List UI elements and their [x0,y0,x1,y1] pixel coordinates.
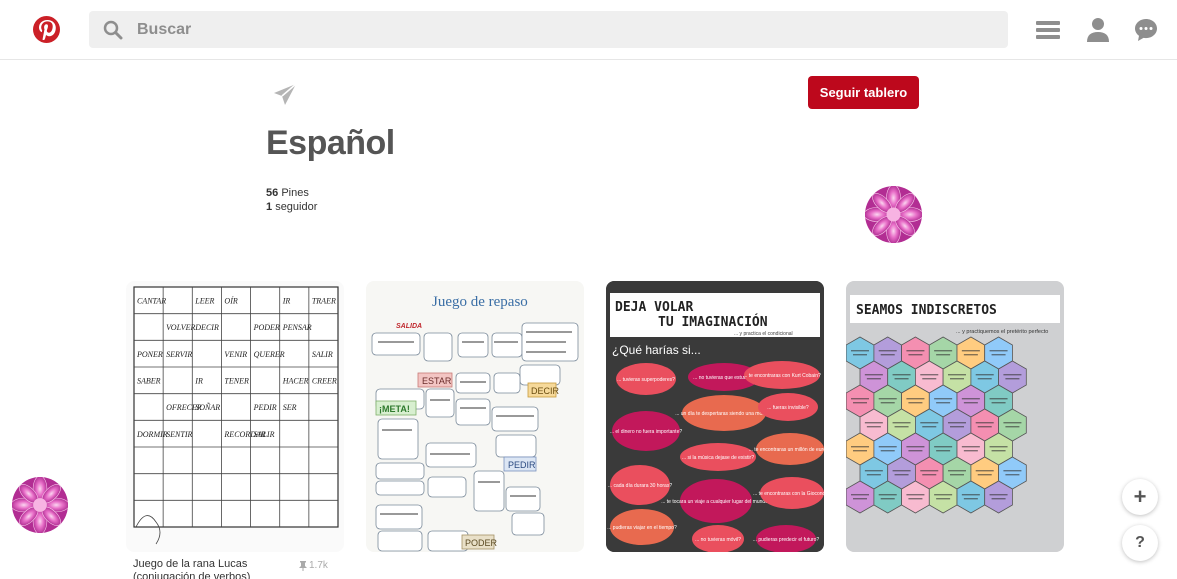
bubble-text: ... un día te despertaras siendo una mos… [675,411,773,417]
grid-verb: PEDIR [253,403,277,412]
grid-verb: SERVIR [166,350,192,359]
pin-card[interactable]: CANTAR LEER OÍR IR TRAER VOLVER DECIR PODER PENS… [126,281,344,552]
grid-verb: SALIR [254,430,275,439]
svg-text:PODER: PODER [465,538,498,548]
game-board-drawing: CANTAR LEER OÍR IR TRAER VOLVER DECIR PODER PENS… [133,286,339,545]
bubble-text: ... tuvieras superpoderes? [617,377,675,383]
bubble-text: ... cada día durara 30 horas? [608,483,672,489]
svg-text:¿Qué harías si...: ¿Qué harías si... [612,343,701,357]
grid-verb: PODER [253,323,280,332]
svg-text:SEAMOS INDISCRETOS: SEAMOS INDISCRETOS [856,303,997,318]
grid-verb: PONER [136,350,163,359]
indiscretos-poster: SEAMOS INDISCRETOS ... y practiquemos el… [846,281,1064,552]
imagination-poster: DEJA VOLAR TU IMAGINACIÓN ... y practica… [606,281,824,552]
bubble-text: ... pudieras viajar en el tiempo? [607,525,677,531]
grid-verb: TRAER [312,297,336,306]
grid-verb: SENTIR [166,430,192,439]
grid-verb: SALIR [312,350,333,359]
grid-verb: TENER [224,377,249,386]
svg-text:DECIR: DECIR [531,386,560,396]
svg-text:... y practiquemos el pretérit: ... y practiquemos el pretérito perfecto [956,329,1048,335]
bubble-text: ... pudieras predecir el futuro? [753,537,820,543]
svg-text:PEDIR: PEDIR [508,460,536,470]
grid-verb: SABER [137,377,161,386]
svg-text:SALIDA: SALIDA [396,323,422,330]
search-bar[interactable] [89,11,1008,48]
search-icon [103,20,123,39]
user-avatar[interactable] [12,477,68,533]
board-title: Español [266,124,395,162]
pins-count[interactable]: 56 Pines [266,186,317,200]
repaso-title: Juego de repaso [432,294,528,310]
followers-count[interactable]: 1 seguidor [266,200,317,214]
bubble-text: ... te encontraras con Kurt Cobain? [743,373,821,379]
pinterest-logo-icon[interactable] [33,16,60,43]
follow-board-button[interactable]: Seguir tablero [808,76,919,109]
grid-verb: DECIR [194,323,219,332]
board-owner-avatar[interactable] [865,186,922,243]
top-bar [0,0,1177,60]
bubble-text: ... si la música dejase de existir? [682,455,754,461]
svg-text:... y practica el condicional: ... y practica el condicional [734,331,793,337]
pin-image[interactable]: CANTAR LEER OÍR IR TRAER VOLVER DECIR PODER PENS… [126,281,344,552]
pin-card[interactable]: SEAMOS INDISCRETOS ... y practiquemos el… [846,281,1064,552]
pin-image[interactable]: DEJA VOLAR TU IMAGINACIÓN ... y practica… [606,281,824,552]
bubble-text: ... te tocara un viaje a cualquier lugar… [661,499,771,505]
grid-verb: IR [194,377,203,386]
grid-verb: SER [283,403,297,412]
grid-verb: VENIR [224,350,247,359]
svg-text:¡META!: ¡META! [379,404,410,414]
help-button[interactable]: ? [1122,525,1158,561]
grid-verb: VOLVER [166,323,195,332]
search-input[interactable] [137,20,957,39]
bubble-text: ... no tuvieras móvil? [695,537,741,543]
bubble-text: ... el dinero no fuera importante? [610,429,682,435]
pin-description[interactable]: Juego de la rana Lucas (conjugación de v… [133,558,283,579]
menu-icon[interactable] [1034,16,1062,44]
repaso-board-drawing: Juego de repaso SALIDA ESTAR DECIR ¡META… [366,281,584,552]
svg-text:DEJA VOLAR: DEJA VOLAR [615,300,693,315]
grid-verb: SOÑAR [195,403,220,412]
pin-card[interactable]: Juego de repaso SALIDA ESTAR DECIR ¡META… [366,281,584,552]
grid-verb: DORMIR [136,430,168,439]
pin-card[interactable]: DEJA VOLAR TU IMAGINACIÓN ... y practica… [606,281,824,552]
pin-image[interactable]: SEAMOS INDISCRETOS ... y practiquemos el… [846,281,1064,552]
grid-verb: CREER [312,377,337,386]
pin-save-count: 1.7k [299,560,328,571]
pin-icon [299,560,307,571]
user-icon[interactable] [1084,16,1112,44]
bubble-text: ... te encontraras un millón de euros? [749,447,824,453]
grid-verb: HACER [282,377,309,386]
grid-verb: IR [282,297,291,306]
add-button[interactable]: + [1122,479,1158,515]
bubble-text: ... te encontraras con la Gioconda? [753,491,824,497]
grid-verb: QUERER [254,350,285,359]
grid-verb: PENSAR [282,323,312,332]
grid-verb: CANTAR [137,297,166,306]
send-icon[interactable] [272,82,298,108]
pin-image[interactable]: Juego de repaso SALIDA ESTAR DECIR ¡META… [366,281,584,552]
grid-verb: OÍR [224,296,237,306]
chat-icon[interactable] [1132,16,1160,44]
board-stats: 56 Pines 1 seguidor [266,186,317,214]
grid-verb: LEER [194,297,214,306]
svg-text:TU IMAGINACIÓN: TU IMAGINACIÓN [658,314,768,330]
bubble-text: ... fueras invisible? [767,405,809,411]
svg-text:ESTAR: ESTAR [422,376,452,386]
